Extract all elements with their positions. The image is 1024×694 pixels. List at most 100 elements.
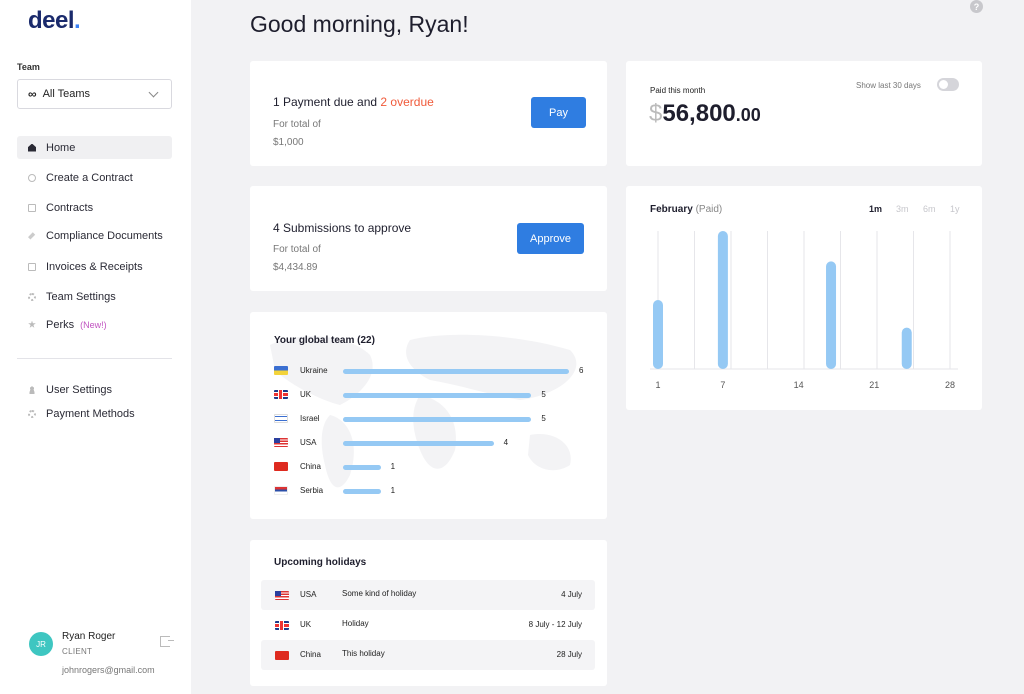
- avatar[interactable]: JR: [29, 632, 53, 656]
- range-tab-6m[interactable]: 6m: [923, 204, 936, 214]
- team-select-value: All Teams: [42, 88, 91, 100]
- sidebar-item-label: Invoices & Receipts: [46, 260, 143, 273]
- holiday-country: UK: [300, 620, 312, 629]
- team-select[interactable]: ∞ All Teams: [17, 79, 172, 109]
- china-flag-icon: [274, 462, 288, 471]
- sidebar-item-label: Contracts: [46, 201, 94, 214]
- sidebar-item-label: User Settings: [46, 383, 113, 396]
- chart-x-tick: 1: [655, 380, 660, 390]
- range-tab-3m[interactable]: 3m: [896, 204, 909, 214]
- serbia-flag-icon: [274, 486, 288, 495]
- holiday-country: China: [300, 650, 321, 659]
- submissions-title: 4 Submissions to approve: [273, 221, 412, 235]
- sidebar-item-payment-methods[interactable]: Payment Methods: [17, 402, 172, 425]
- holiday-date: 8 July - 12 July: [528, 620, 582, 629]
- paid-amount: $56,800.00: [649, 100, 761, 127]
- submissions-card: 4 Submissions to approve For total of $4…: [250, 186, 607, 291]
- holiday-row[interactable]: USA Some kind of holiday 4 July: [261, 580, 595, 610]
- country-count: 5: [541, 390, 546, 399]
- holiday-row[interactable]: China This holiday 28 July: [261, 640, 595, 670]
- holiday-name: Some kind of holiday: [342, 589, 417, 598]
- usa-flag-icon: [274, 438, 288, 447]
- country-count: 1: [390, 462, 396, 471]
- show-last-30-days-toggle[interactable]: [937, 78, 959, 91]
- country-count-bar: [343, 489, 381, 494]
- global-team-title: Your global team (22): [274, 335, 375, 346]
- payment-subtitle: For total of: [273, 119, 321, 130]
- gear-icon: [28, 409, 36, 418]
- chart-bar[interactable]: [653, 300, 663, 369]
- holiday-date: 28 July: [556, 650, 582, 659]
- sidebar-item-perks[interactable]: Perks (New!): [17, 313, 172, 336]
- plus-circle-icon: [28, 173, 36, 182]
- sidebar-item-team-settings[interactable]: Team Settings: [17, 285, 172, 308]
- range-tab-1y[interactable]: 1y: [950, 204, 960, 214]
- holiday-name: Holiday: [342, 619, 369, 628]
- sidebar-item-label: Home: [46, 141, 76, 154]
- country-count-bar: [343, 417, 532, 422]
- chart-bar[interactable]: [826, 261, 837, 369]
- toggle-knob: [939, 80, 948, 89]
- israel-flag-icon: [274, 414, 288, 423]
- logout-icon[interactable]: [160, 636, 174, 647]
- sidebar-item-invoices-receipts[interactable]: Invoices & Receipts: [17, 255, 172, 278]
- sidebar: deel. Team ∞ All Teams Home Create a Con…: [0, 0, 191, 694]
- country-count: 4: [503, 438, 509, 447]
- chevron-down-icon: [148, 87, 159, 98]
- chart-title: February (Paid): [650, 204, 723, 215]
- sidebar-item-label: Team Settings: [46, 290, 116, 303]
- new-badge: (New!): [80, 319, 107, 330]
- sidebar-item-home[interactable]: Home: [17, 136, 172, 159]
- user-icon: [28, 385, 36, 394]
- overdue-count[interactable]: 2 overdue: [380, 95, 433, 109]
- chart-x-tick: 21: [869, 380, 879, 390]
- country-count: 5: [541, 414, 546, 423]
- country-name: China: [300, 462, 321, 471]
- holiday-country: USA: [300, 590, 317, 599]
- user-email: johnrogers@gmail.com: [62, 665, 155, 675]
- submissions-amount: $4,434.89: [273, 262, 318, 273]
- chart-bar[interactable]: [901, 327, 912, 369]
- sidebar-item-label: Perks: [46, 318, 75, 331]
- help-icon[interactable]: ?: [970, 0, 983, 13]
- ukraine-flag-icon: [274, 366, 288, 375]
- user-role: CLIENT: [62, 647, 93, 656]
- holiday-row[interactable]: UK Holiday 8 July - 12 July: [261, 610, 595, 640]
- range-tab-1m[interactable]: 1m: [869, 204, 882, 214]
- chart-bar[interactable]: [717, 231, 728, 369]
- country-name: USA: [300, 438, 317, 447]
- chart-x-tick: 7: [720, 380, 725, 390]
- country-count-bar: [343, 465, 381, 470]
- gear-icon: [28, 292, 36, 301]
- country-name: Israel: [300, 414, 320, 423]
- pay-button[interactable]: Pay: [531, 97, 586, 128]
- sidebar-item-user-settings[interactable]: User Settings: [17, 378, 172, 401]
- payment-amount: $1,000: [273, 137, 304, 148]
- country-count-bar: [343, 441, 494, 446]
- chart-x-tick: 28: [945, 380, 955, 390]
- user-name: Ryan Roger: [62, 631, 116, 642]
- sidebar-item-label: Compliance Documents: [46, 229, 163, 242]
- country-name: Ukraine: [300, 366, 328, 375]
- country-count-bar: [343, 369, 569, 374]
- sidebar-item-create-contract[interactable]: Create a Contract: [17, 166, 172, 189]
- deel-logo[interactable]: deel.: [28, 7, 81, 35]
- holiday-name: This holiday: [342, 649, 385, 658]
- country-count-bar: [343, 393, 532, 398]
- holiday-date: 4 July: [561, 590, 582, 599]
- sidebar-divider: [17, 358, 172, 359]
- payment-due-title: 1 Payment due and 2 overdue: [273, 95, 434, 109]
- sidebar-item-label: Payment Methods: [46, 407, 135, 420]
- payment-due-card: 1 Payment due and 2 overdue For total of…: [250, 61, 607, 166]
- payments-bar-chart: 1 7 14 21 28: [650, 231, 958, 390]
- submissions-subtitle: For total of: [273, 244, 321, 255]
- document-icon: [28, 203, 36, 212]
- approve-button[interactable]: Approve: [517, 223, 584, 254]
- sidebar-item-compliance-documents[interactable]: Compliance Documents: [17, 224, 172, 247]
- country-name: Serbia: [300, 486, 324, 495]
- uk-flag-icon: [274, 390, 288, 399]
- sidebar-item-contracts[interactable]: Contracts: [17, 196, 172, 219]
- sidebar-item-label: Create a Contract: [46, 171, 133, 184]
- paid-label: Paid this month: [650, 86, 706, 95]
- gavel-icon: [28, 232, 36, 240]
